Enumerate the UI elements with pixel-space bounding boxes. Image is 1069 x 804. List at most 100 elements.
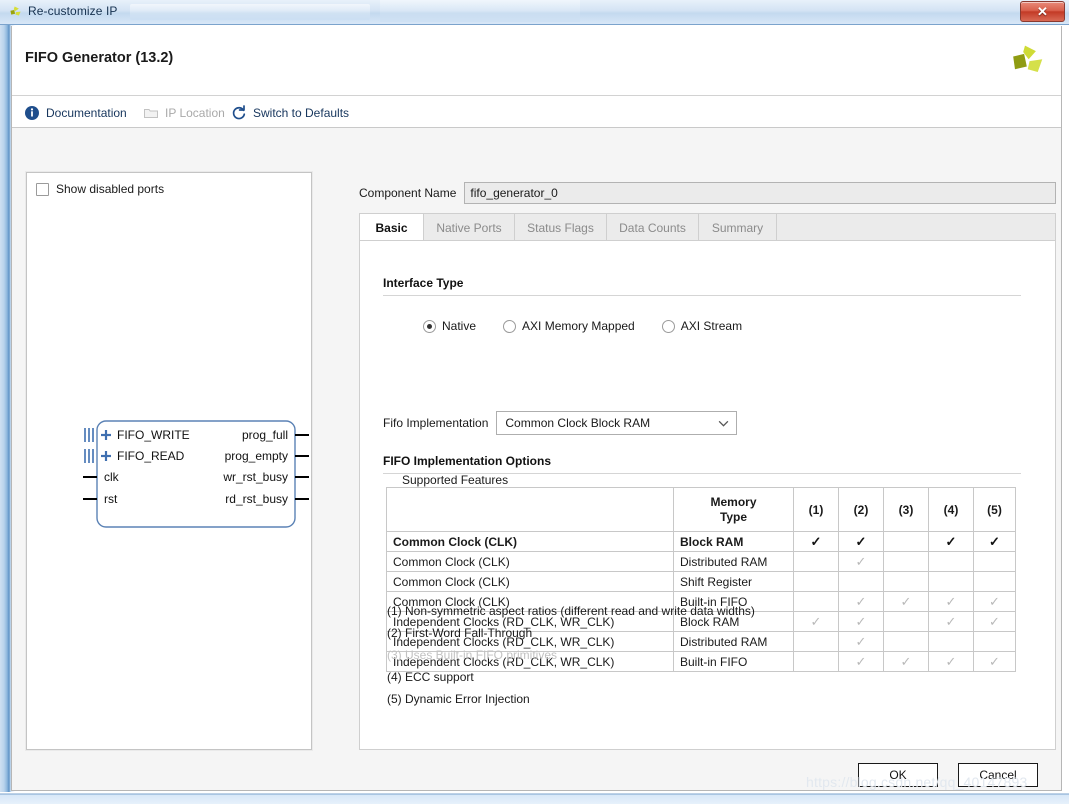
cell-memory-type: Block RAM — [673, 531, 794, 552]
cell-feature-2: ✓ — [838, 651, 884, 672]
supported-features-label: Supported Features — [402, 473, 509, 487]
cell-feature-5 — [973, 551, 1016, 572]
check-icon: ✓ — [945, 653, 957, 669]
radio-label-axi-memory-mapped: AXI Memory Mapped — [522, 319, 635, 333]
radio-option-axi-memory-mapped[interactable]: AXI Memory Mapped — [503, 319, 635, 333]
ok-button[interactable]: OK — [858, 763, 938, 787]
cancel-button[interactable]: Cancel — [958, 763, 1038, 787]
tab-data-counts[interactable]: Data Counts — [607, 214, 699, 241]
cell-feature-5: ✓ — [973, 611, 1016, 632]
tab-panel-basic: Interface Type Native AXI Memory Mapped — [359, 240, 1056, 750]
cell-feature-1 — [793, 551, 839, 572]
port-label-prog-empty: prog_empty — [225, 449, 288, 463]
ip-location-button[interactable]: IP Location — [143, 103, 225, 122]
check-icon: ✓ — [945, 593, 957, 609]
footnote-1: (1) Non-symmetric aspect ratios (differe… — [387, 604, 755, 618]
check-icon: ✓ — [989, 613, 1000, 629]
info-icon — [25, 105, 39, 120]
table-row[interactable]: Common Clock (CLK) Distributed RAM ✓ — [386, 551, 1016, 572]
port-label-wr-rst-busy: wr_rst_busy — [222, 470, 288, 484]
interface-type-radio-group: Native AXI Memory Mapped AXI Stream — [423, 319, 742, 333]
port-label-fifo-read: FIFO_READ — [117, 449, 185, 463]
fifo-implementation-value: Common Clock Block RAM — [505, 416, 651, 430]
table-row[interactable]: Common Clock (CLK) Shift Register — [386, 571, 1016, 592]
check-icon: ✓ — [945, 533, 957, 549]
radio-indicator-axi-stream — [661, 319, 675, 333]
cell-memory-type: Distributed RAM — [673, 631, 794, 652]
bus-port-marker-fifo-write — [84, 428, 94, 442]
radio-indicator-axi-memory-mapped — [503, 319, 517, 333]
ip-symbol-panel: Show disabled ports FIFO_WRITE FIFO_READ… — [26, 172, 312, 750]
port-label-prog-full: prog_full — [242, 428, 288, 442]
tab-basic[interactable]: Basic — [360, 214, 424, 242]
dialog-footer: OK Cancel — [12, 760, 1061, 790]
fifo-implementation-label: Fifo Implementation — [383, 416, 489, 430]
xilinx-logo-icon — [1013, 45, 1043, 72]
radio-option-native[interactable]: Native — [423, 319, 476, 333]
header-col-4: (4) — [928, 487, 974, 532]
re-customize-ip-window: Re-customize IP ✕ FIFO Generator (13.2) — [0, 0, 1069, 804]
tab-native-ports[interactable]: Native Ports — [424, 214, 515, 241]
cell-feature-3 — [883, 571, 929, 592]
table-row[interactable]: Common Clock (CLK) Block RAM ✓ ✓ ✓ ✓ — [386, 531, 1016, 552]
cell-feature-2 — [838, 571, 884, 592]
ip-symbol-diagram: FIFO_WRITE FIFO_READ clk rst prog_full p… — [83, 420, 309, 528]
footnote-2: (2) First-Word Fall-Through — [387, 626, 533, 640]
chevron-down-icon — [719, 420, 729, 427]
cell-feature-4: ✓ — [928, 531, 974, 552]
check-icon: ✓ — [900, 593, 912, 609]
check-icon: ✓ — [900, 653, 912, 669]
tab-summary[interactable]: Summary — [699, 214, 777, 241]
close-button[interactable]: ✕ — [1020, 1, 1065, 22]
checkbox-box-icon — [36, 182, 49, 196]
cell-memory-type: Distributed RAM — [673, 551, 794, 572]
check-icon: ✓ — [855, 653, 867, 669]
dialog-client-area: FIFO Generator (13.2) Documentation IP L… — [11, 26, 1062, 791]
cell-feature-3: ✓ — [883, 651, 929, 672]
dialog-toolbar: Documentation IP Location Switch to Defa… — [12, 97, 1061, 128]
cell-feature-2: ✓ — [838, 631, 884, 652]
port-label-rd-rst-busy: rd_rst_busy — [225, 492, 288, 506]
check-icon: ✓ — [989, 653, 1000, 669]
radio-option-axi-stream[interactable]: AXI Stream — [661, 319, 742, 333]
cell-feature-2: ✓ — [838, 591, 884, 612]
close-icon: ✕ — [1037, 4, 1048, 19]
cell-feature-4 — [928, 551, 974, 572]
port-label-fifo-write: FIFO_WRITE — [117, 428, 190, 442]
documentation-button[interactable]: Documentation — [24, 103, 127, 122]
cell-feature-4: ✓ — [928, 591, 974, 612]
cell-feature-3: ✓ — [883, 591, 929, 612]
window-title: Re-customize IP — [28, 4, 118, 18]
fifo-implementation-select[interactable]: Common Clock Block RAM — [496, 411, 738, 435]
tab-status-flags[interactable]: Status Flags — [515, 214, 607, 241]
interface-type-heading: Interface Type — [383, 276, 464, 290]
cell-feature-5 — [973, 631, 1016, 652]
radio-label-native: Native — [442, 319, 477, 333]
titlebar-glass-highlight — [130, 4, 370, 20]
header-memory-type: Memory Type — [673, 487, 794, 532]
cell-feature-5 — [973, 571, 1016, 592]
supported-features-table: Memory Type (1) (2) (3) (4) (5) Common C… — [386, 487, 1016, 672]
settings-panel: Component Name Basic Native Ports Status… — [359, 172, 1056, 750]
cell-feature-3 — [883, 551, 929, 572]
desktop-bottom-strip — [0, 792, 1069, 804]
footnote-4: (4) ECC support — [387, 670, 474, 684]
switch-to-defaults-button[interactable]: Switch to Defaults — [231, 103, 349, 122]
component-name-input[interactable] — [464, 182, 1056, 204]
bus-port-marker-fifo-read — [84, 449, 94, 463]
header-blank — [386, 487, 674, 532]
show-disabled-ports-checkbox[interactable]: Show disabled ports — [36, 182, 164, 196]
cell-feature-1: ✓ — [793, 611, 839, 632]
dialog-banner: FIFO Generator (13.2) — [12, 26, 1061, 96]
cell-memory-type: Built-in FIFO — [673, 651, 794, 672]
cell-feature-1 — [793, 571, 839, 592]
fifo-implementation-row: Fifo Implementation Common Clock Block R… — [383, 411, 738, 435]
check-icon: ✓ — [855, 553, 867, 569]
radio-indicator-native — [423, 319, 436, 333]
check-icon: ✓ — [855, 613, 867, 629]
page-title: FIFO Generator (13.2) — [25, 50, 174, 66]
cell-feature-4 — [928, 571, 974, 592]
cell-memory-type: Shift Register — [673, 571, 794, 592]
table-header: Memory Type (1) (2) (3) (4) (5) — [386, 487, 1016, 532]
header-col-2: (2) — [838, 487, 884, 532]
